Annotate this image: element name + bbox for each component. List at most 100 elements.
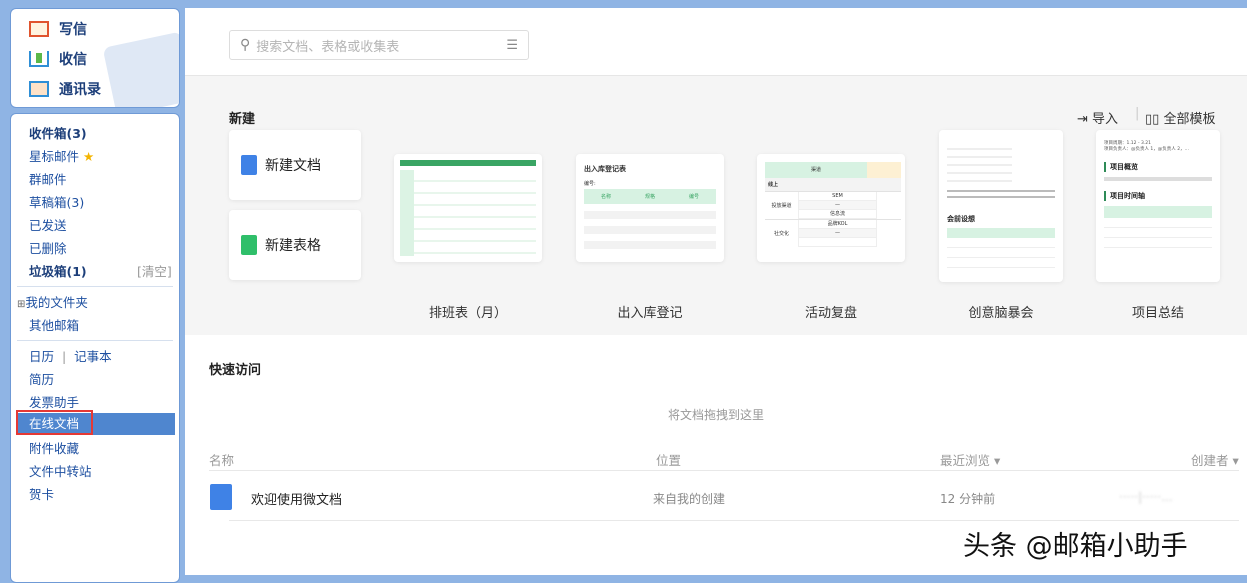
quick-access-title: 快速访问 (209, 363, 262, 378)
contacts-icon (29, 81, 49, 97)
col: 名称 (600, 194, 611, 200)
thumb-heading: 项目时间轴 (1104, 191, 1212, 201)
clear-spam-link[interactable]: [清空] (137, 261, 172, 280)
folder-group[interactable]: 群邮件 (29, 169, 67, 188)
cell: 渠道 (765, 162, 867, 178)
new-sheet-label: 新建表格 (265, 238, 321, 254)
contacts-button[interactable]: 通讯录 (29, 79, 101, 99)
import-button[interactable]: ⇥ 导入 (1077, 108, 1118, 127)
new-doc-button[interactable]: 新建文档 (229, 130, 361, 200)
all-templates-label: 全部模板 (1163, 112, 1216, 127)
doc-location: 来自我的创建 (653, 492, 726, 506)
divider (17, 286, 173, 287)
star-icon: ★ (83, 149, 95, 164)
folder-deleted[interactable]: 已删除 (29, 238, 67, 257)
doc-icon (241, 155, 257, 175)
thumb-group: 投放渠道 SEM — 信息流 (765, 191, 901, 219)
other-mailboxes[interactable]: 其他邮箱 (29, 315, 79, 334)
thumb-heading: 会前设想 (947, 215, 975, 223)
cell: 线上 (765, 178, 901, 191)
table-row[interactable]: 欢迎使用微文档 来自我的创建 12 分钟前 ·····|·····... (209, 482, 1239, 520)
docs-main: ⚲ 搜索文档、表格或收集表 ☰ 新建 ⇥ 导入 | ▯▯ 全部模板 新建文档 新… (185, 8, 1247, 575)
separator: | (61, 349, 67, 364)
tool-resume[interactable]: 简历 (29, 369, 54, 388)
thumb-rows (584, 204, 716, 254)
doc-viewed: 12 分钟前 (940, 492, 996, 506)
separator: | (1135, 106, 1140, 121)
tool-file-transfer[interactable]: 文件中转站 (29, 461, 92, 480)
template-card-inventory[interactable]: 出入库登记表 编号: 名称 规格 编号 (576, 154, 724, 262)
top-border (185, 0, 1247, 8)
thumb-line: 项目负责人：@负责人 1，@负责人 2，... (1104, 147, 1189, 152)
import-icon: ⇥ (1077, 112, 1088, 127)
folder-spam[interactable]: 垃圾箱(1) (29, 261, 87, 280)
cell: SEM (799, 192, 876, 201)
new-sheet-button[interactable]: 新建表格 (229, 210, 361, 280)
col-viewed[interactable]: 最近浏览 ▾ (940, 450, 1000, 469)
templates-icon: ▯▯ (1145, 112, 1160, 127)
col: 规格 (644, 194, 655, 200)
col-name[interactable]: 名称 (209, 450, 234, 469)
doc-name: 欢迎使用微文档 (251, 493, 343, 508)
drop-hint: 将文档拖拽到这里 (667, 408, 764, 422)
thumb-heading: 项目概览 (1104, 162, 1212, 172)
template-card-schedule[interactable] (394, 154, 542, 262)
template-card-review[interactable]: 渠道 线上 投放渠道 SEM — 信息流 社交化 品牌KOL — (757, 154, 905, 262)
calendar-notes-row: 日历 | 记事本 (29, 346, 112, 365)
all-templates-button[interactable]: ▯▯ 全部模板 (1145, 108, 1215, 127)
thumb-header-row: 名称 规格 编号 (584, 189, 716, 204)
template-label[interactable]: 创意脑暴会 (939, 302, 1063, 321)
folder-starred[interactable]: 星标邮件 ★ (29, 146, 94, 165)
notes-link[interactable]: 记事本 (74, 349, 112, 364)
folder-sent[interactable]: 已发送 (29, 215, 67, 234)
watermark: 头条 @邮箱小助手 (963, 531, 1188, 562)
template-label[interactable]: 出入库登记 (576, 302, 724, 321)
doc-creator: ·····|·····... (1119, 490, 1173, 504)
template-label[interactable]: 排班表（月） (394, 302, 542, 321)
doc-icon (210, 484, 232, 510)
contacts-label: 通讯录 (59, 82, 101, 98)
col-creator[interactable]: 创建者 ▾ (1191, 450, 1239, 469)
compose-button[interactable]: 写信 (29, 19, 87, 39)
template-card-brainstorm[interactable]: 会前设想 (939, 130, 1063, 282)
quick-actions-panel: 写信 收信 通讯录 (10, 8, 180, 108)
cell: 投放渠道 (765, 192, 799, 219)
qq-stamp-decoration (102, 31, 179, 107)
filter-icon[interactable]: ☰ (506, 38, 518, 53)
cell: 信息流 (799, 210, 876, 219)
my-folders[interactable]: ⊞我的文件夹 (17, 292, 88, 311)
col-location[interactable]: 位置 (656, 450, 681, 469)
import-label: 导入 (1092, 112, 1119, 127)
new-doc-label: 新建文档 (265, 158, 321, 174)
sheet-icon (241, 235, 257, 255)
new-section: 新建 ⇥ 导入 | ▯▯ 全部模板 新建文档 新建表格 出入库登记表 编号: 名… (185, 75, 1247, 335)
folder-drafts[interactable]: 草稿箱(3) (29, 192, 84, 211)
folder-inbox[interactable]: 收件箱(3) (29, 123, 87, 142)
receive-button[interactable]: 收信 (29, 49, 87, 69)
cell: 品牌KOL (799, 220, 876, 229)
my-folders-label: 我的文件夹 (25, 295, 88, 310)
template-label[interactable]: 活动复盘 (757, 302, 905, 321)
compose-icon (29, 21, 49, 37)
calendar-link[interactable]: 日历 (29, 349, 54, 364)
folder-starred-label: 星标邮件 (29, 149, 80, 164)
col: 编号 (688, 194, 699, 200)
tool-attachments[interactable]: 附件收藏 (29, 438, 79, 457)
thumb-sub: 编号: (584, 181, 596, 187)
search-input[interactable]: 搜索文档、表格或收集表 (256, 36, 500, 55)
thumb-grid (400, 170, 536, 256)
search-box[interactable]: ⚲ 搜索文档、表格或收集表 ☰ (229, 30, 529, 60)
divider (209, 470, 1239, 471)
template-label[interactable]: 项目总结 (1096, 302, 1220, 321)
compose-label: 写信 (59, 22, 87, 38)
search-icon: ⚲ (240, 37, 251, 53)
thumb-header (400, 160, 536, 166)
folder-panel: 收件箱(3) 星标邮件 ★ 群邮件 草稿箱(3) 已发送 已删除 垃圾箱(1) … (10, 113, 180, 583)
tool-invoice[interactable]: 发票助手 (29, 392, 79, 411)
divider (17, 340, 173, 341)
new-title: 新建 (229, 112, 256, 127)
tool-greeting-cards[interactable]: 贺卡 (29, 484, 54, 503)
receive-label: 收信 (59, 52, 87, 68)
template-card-summary[interactable]: 项目周期：1.12 - 3.21 项目负责人：@负责人 1，@负责人 2，...… (1096, 130, 1220, 282)
tool-online-docs[interactable]: 在线文档 (16, 410, 94, 435)
